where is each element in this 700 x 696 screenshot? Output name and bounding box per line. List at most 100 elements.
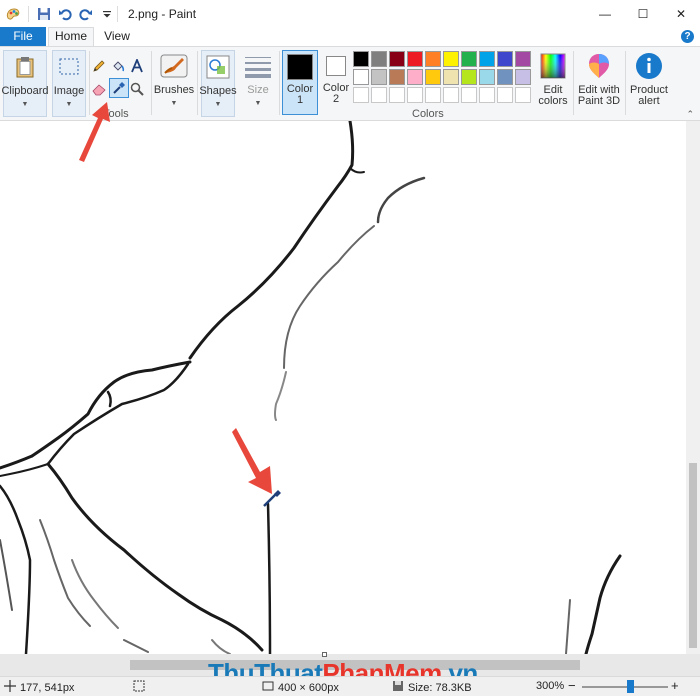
info-icon — [633, 50, 665, 82]
image-size-status: 400 × 600px — [262, 680, 339, 695]
collapse-ribbon-chevron-up-icon[interactable]: ⌃ — [686, 109, 694, 120]
palette-custom-swatch[interactable] — [389, 87, 405, 103]
brushes-button[interactable]: Brushes ▼ — [153, 50, 195, 109]
color2-button[interactable]: Color 2 — [318, 50, 354, 115]
canvas-drawing — [0, 121, 622, 654]
shapes-button[interactable]: Shapes ▼ — [199, 50, 237, 117]
palette-swatch[interactable] — [497, 69, 513, 85]
help-button[interactable]: ? — [681, 30, 694, 43]
eraser-icon[interactable] — [90, 80, 108, 98]
color-picker-icon[interactable] — [109, 78, 129, 98]
palette-custom-swatch[interactable] — [461, 87, 477, 103]
palette-custom-swatch[interactable] — [353, 87, 369, 103]
select-icon — [53, 51, 85, 83]
pencil-icon[interactable] — [90, 57, 108, 75]
file-size-status: Size: 78.3KB — [392, 680, 472, 695]
save-icon[interactable] — [36, 6, 52, 22]
selection-icon — [133, 680, 145, 695]
palette-custom-swatch[interactable] — [515, 87, 531, 103]
palette-swatch[interactable] — [461, 51, 477, 67]
palette-swatch[interactable] — [407, 69, 423, 85]
vertical-scrollbar[interactable] — [686, 121, 700, 654]
group-separator — [625, 51, 626, 115]
shapes-icon — [202, 51, 234, 83]
palette-custom-swatch[interactable] — [443, 87, 459, 103]
minimize-button[interactable]: — — [586, 0, 624, 27]
quick-access-toolbar — [0, 0, 115, 27]
palette-swatch[interactable] — [443, 51, 459, 67]
color-spectrum-icon — [537, 50, 569, 82]
palette-swatch[interactable] — [461, 69, 477, 85]
palette-swatch[interactable] — [515, 69, 531, 85]
image-size-text: 400 × 600px — [278, 681, 339, 694]
color1-button[interactable]: Color 1 — [282, 50, 318, 115]
close-button[interactable]: ✕ — [662, 0, 700, 27]
window-title: 2.png - Paint — [128, 6, 197, 21]
product-alert-label-2: alert — [638, 95, 660, 107]
palette-swatch[interactable] — [389, 69, 405, 85]
palette-custom-swatch[interactable] — [479, 87, 495, 103]
color1-number: 1 — [296, 94, 304, 106]
palette-swatch[interactable] — [425, 51, 441, 67]
tab-file[interactable]: File — [0, 27, 46, 46]
magnifier-icon[interactable] — [128, 80, 146, 98]
palette-custom-swatch[interactable] — [425, 87, 441, 103]
size-button[interactable]: Size ▼ — [240, 50, 276, 109]
paint3d-icon — [583, 50, 615, 82]
palette-swatch[interactable] — [353, 69, 369, 85]
clipboard-icon — [9, 51, 41, 83]
palette-swatch[interactable] — [353, 51, 369, 67]
palette-swatch[interactable] — [425, 69, 441, 85]
palette-swatch[interactable] — [389, 51, 405, 67]
zoom-slider[interactable] — [582, 686, 668, 688]
paint-window: 2.png - Paint — ☐ ✕ File Home View ? Cli… — [0, 0, 700, 696]
ribbon-tabs: File Home View ? — [0, 27, 700, 47]
group-separator — [151, 51, 152, 115]
paint-app-icon[interactable] — [5, 6, 21, 22]
clipboard-button[interactable]: Clipboard ▼ — [1, 50, 49, 117]
color-picker-cursor-icon — [263, 490, 281, 507]
palette-custom-swatch[interactable] — [407, 87, 423, 103]
color2-number: 2 — [332, 93, 340, 105]
zoom-slider-thumb[interactable] — [627, 680, 634, 693]
canvas-resize-handle[interactable] — [322, 652, 327, 657]
image-chevron-down-icon: ▼ — [65, 101, 73, 108]
vertical-scroll-thumb[interactable] — [689, 463, 697, 648]
text-tool-icon[interactable] — [128, 57, 146, 75]
palette-swatch[interactable] — [515, 51, 531, 67]
palette-custom-swatch[interactable] — [497, 87, 513, 103]
paint3d-label-2: Paint 3D — [577, 95, 621, 107]
customize-toolbar-icon[interactable] — [99, 6, 115, 22]
clipboard-chevron-down-icon: ▼ — [21, 101, 29, 108]
palette-custom-swatch[interactable] — [371, 87, 387, 103]
fill-bucket-icon[interactable] — [109, 57, 127, 75]
cursor-position-text: 177, 541px — [20, 681, 75, 694]
quick-access-separator — [28, 5, 29, 22]
palette-swatch[interactable] — [371, 51, 387, 67]
cursor-position-icon — [4, 680, 16, 695]
maximize-button[interactable]: ☐ — [624, 0, 662, 27]
shapes-chevron-down-icon: ▼ — [214, 101, 222, 108]
tab-home[interactable]: Home — [48, 27, 94, 47]
cursor-position-status: 177, 541px — [4, 680, 74, 695]
undo-icon[interactable] — [57, 6, 73, 22]
clipboard-label: Clipboard — [1, 85, 49, 97]
title-bar: 2.png - Paint — ☐ ✕ — [0, 0, 700, 27]
drawing-canvas[interactable] — [0, 121, 686, 654]
edit-colors-button[interactable]: Edit colors — [536, 50, 570, 107]
redo-icon[interactable] — [78, 6, 94, 22]
palette-swatch[interactable] — [479, 51, 495, 67]
product-alert-button[interactable]: Product alert — [629, 50, 669, 107]
palette-swatch[interactable] — [407, 51, 423, 67]
zoom-out-button[interactable]: − — [568, 678, 576, 693]
palette-swatch[interactable] — [497, 51, 513, 67]
disk-icon — [392, 680, 404, 695]
palette-swatch[interactable] — [479, 69, 495, 85]
brushes-label: Brushes — [153, 84, 195, 96]
palette-swatch[interactable] — [371, 69, 387, 85]
palette-swatch[interactable] — [443, 69, 459, 85]
zoom-in-button[interactable]: + — [671, 678, 679, 693]
brush-icon — [158, 50, 190, 82]
tab-view[interactable]: View — [96, 27, 138, 46]
edit-with-paint3d-button[interactable]: Edit with Paint 3D — [577, 50, 621, 107]
